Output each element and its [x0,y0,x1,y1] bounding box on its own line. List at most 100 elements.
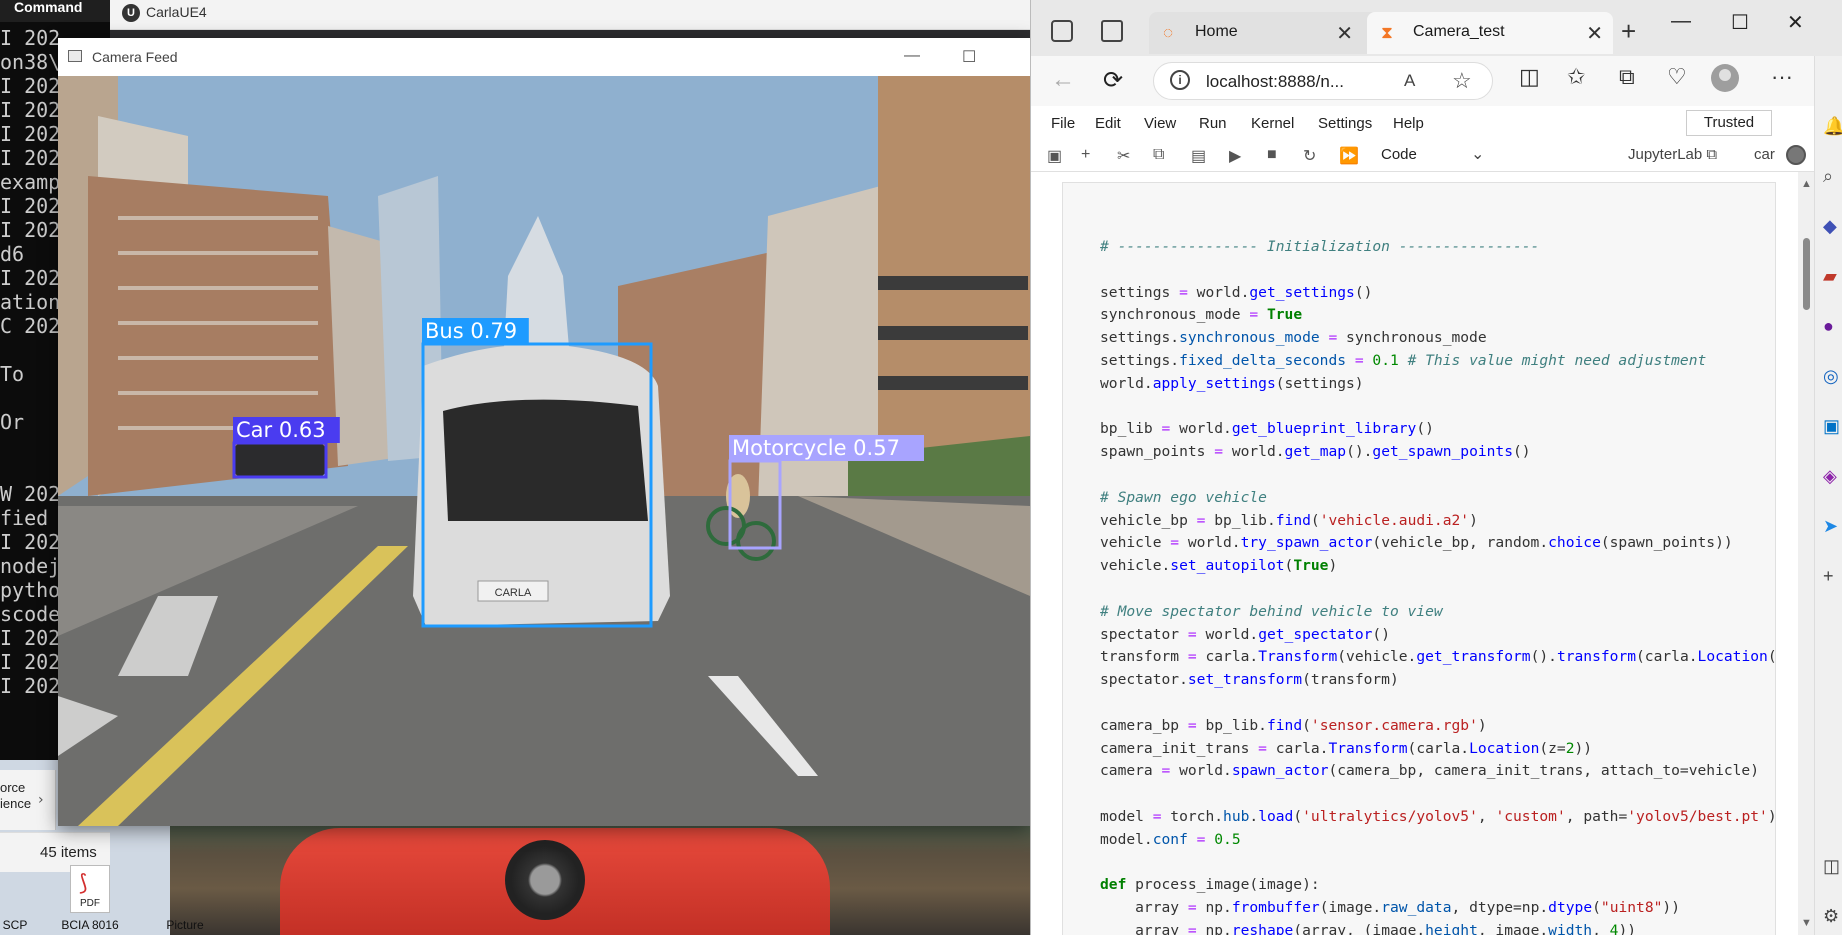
sidebar-toggle-icon[interactable]: ◫ [1823,856,1840,877]
cell-type-select[interactable]: Code ⌄ [1381,146,1484,163]
profile-avatar[interactable] [1711,64,1739,92]
menu-run[interactable]: Run [1199,115,1227,132]
people-icon[interactable]: ● [1823,316,1834,337]
console-line: I 202 [0,194,61,218]
collections-icon[interactable]: ⧉ [1619,64,1635,90]
favorites-icon[interactable]: ✩ [1567,64,1585,90]
menu-help[interactable]: Help [1393,115,1424,132]
menu-settings[interactable]: Settings [1318,115,1372,132]
maximize-button[interactable]: ☐ [962,47,976,67]
console-line: I 202 [0,74,61,98]
console-line: I 202 [0,530,61,554]
tab-home[interactable]: ◌ Home ✕ [1149,12,1399,54]
add-cell-icon[interactable]: + [1081,146,1090,164]
back-button[interactable]: ← [1051,66,1075,94]
jupyter-icon: ◌ [1163,23,1174,42]
car-wheel [505,840,585,920]
kernel-name[interactable]: car [1754,146,1775,163]
search-icon[interactable]: ⌕ [1823,166,1833,187]
jupyterlab-link[interactable]: JupyterLab ⧉ [1628,146,1717,163]
maximize-button[interactable]: ☐ [1731,10,1749,35]
shopping-icon[interactable]: ◆ [1823,216,1837,237]
settings-gear-icon[interactable]: ⚙ [1823,906,1839,927]
url-field[interactable]: i localhost:8888/n... A ☆ [1153,62,1493,100]
bell-icon[interactable]: 🔔 [1823,116,1842,137]
menu-kernel[interactable]: Kernel [1251,115,1294,132]
file-explorer-pane[interactable]: orce ience › [0,770,56,830]
copy-icon[interactable]: ⧉ [1153,146,1164,164]
designer-icon[interactable]: ◈ [1823,466,1837,487]
minimize-button[interactable]: — [904,47,920,65]
window-app-icon [68,50,82,62]
new-tab-button[interactable]: + [1621,16,1636,47]
console-line: d6 [0,242,25,266]
console-line: I 202 [0,26,61,50]
read-aloud-icon[interactable]: A [1404,71,1415,91]
add-sidebar-icon[interactable]: + [1823,566,1834,587]
unreal-logo-icon: U [122,4,140,22]
outlook-icon[interactable]: ▣ [1823,416,1840,437]
menu-file[interactable]: File [1051,115,1075,132]
menu-view[interactable]: View [1144,115,1176,132]
close-tab-icon[interactable]: ✕ [1336,21,1353,46]
notebook-toolbar: ▣ + ✂ ⧉ ▤ ▶ ■ ↻ ⏩ Code ⌄ JupyterLab ⧉ car [1031,140,1842,172]
kernel-status-icon [1786,145,1806,165]
close-tab-icon[interactable]: ✕ [1586,21,1603,46]
camera-feed-title: Camera Feed [92,49,178,65]
reload-button[interactable]: ⟳ [1103,66,1123,95]
menu-edit[interactable]: Edit [1095,115,1121,132]
minimize-button[interactable]: — [1671,10,1691,33]
console-line: I 202 [0,218,61,242]
browser-tab-bar: ◌ Home ✕ ⧗ Camera_test ✕ + — ☐ ✕ [1031,0,1842,64]
chevron-right-icon[interactable]: › [38,792,44,808]
explorer-label: orce ience [0,780,32,811]
favorite-star-icon[interactable]: ☆ [1452,68,1472,94]
tools-icon[interactable]: ▰ [1823,266,1837,287]
pdf-file-icon[interactable]: ⟆ PDF [70,865,110,913]
more-options-icon[interactable]: ··· [1771,64,1793,90]
browser-essentials-icon[interactable]: ♡ [1667,64,1687,90]
code-editor[interactable]: # ---------------- Initialization ------… [1100,236,1775,935]
split-screen-icon[interactable]: ◫ [1519,64,1540,90]
carla-viewport [110,820,1030,935]
edge-browser-window[interactable]: ◌ Home ✕ ⧗ Camera_test ✕ + — ☐ ✕ ← ⟳ i l… [1030,0,1842,935]
cut-icon[interactable]: ✂ [1117,146,1130,166]
paste-icon[interactable]: ▤ [1191,146,1206,166]
send-icon[interactable]: ➤ [1823,516,1838,537]
hourglass-icon: ⧗ [1381,23,1393,42]
copilot-icon[interactable]: ◎ [1823,366,1839,387]
console-line: I 202 [0,626,61,650]
fast-forward-icon[interactable]: ⏩ [1339,146,1359,166]
console-line: examp [0,170,61,194]
console-line: I 202 [0,122,61,146]
run-icon[interactable]: ▶ [1229,146,1241,166]
notebook-scrollbar[interactable]: ▲ ▼ [1798,172,1814,935]
tab-camera-test[interactable]: ⧗ Camera_test ✕ [1367,12,1613,54]
desktop-icon-label[interactable]: SCP [0,918,30,932]
console-line: I 202 [0,650,61,674]
code-cell[interactable]: # ---------------- Initialization ------… [1062,182,1776,935]
console-line: I 202 [0,146,61,170]
save-icon[interactable]: ▣ [1047,146,1062,166]
restart-icon[interactable]: ↻ [1303,146,1316,166]
edge-sidebar: 🔔 ⌕ ◆ ▰ ● ◎ ▣ ◈ ➤ + ◫ ⚙ [1814,56,1842,935]
scroll-up-icon[interactable]: ▲ [1801,178,1812,190]
close-window-button[interactable]: ✕ [1787,10,1804,35]
desktop-icon-label[interactable]: BCIA 8016 [50,918,130,932]
console-line: ation [0,290,61,314]
console-line: I 202 [0,674,61,698]
tab-actions-icon[interactable] [1101,20,1123,42]
address-bar-row: ← ⟳ i localhost:8888/n... A ☆ ◫ ✩ ⧉ ♡ ··… [1031,56,1842,106]
tab-label: Home [1195,23,1238,40]
trusted-badge[interactable]: Trusted [1686,110,1772,136]
info-icon[interactable]: i [1170,70,1190,90]
scrollbar-thumb[interactable] [1803,238,1810,310]
notebook-area[interactable]: # ---------------- Initialization ------… [1031,172,1798,935]
camera-feed-titlebar[interactable]: Camera Feed — ☐ [58,38,1030,76]
desktop-icon-label[interactable]: Picture [155,918,215,932]
camera-feed-window[interactable]: Camera Feed — ☐ CARLA Car 0.63 Bus 0.79 … [58,38,1030,826]
scroll-down-icon[interactable]: ▼ [1801,917,1812,929]
stop-icon[interactable]: ■ [1267,146,1277,164]
carla-window-titlebar[interactable]: U CarlaUE4 [110,0,1030,30]
workspaces-icon[interactable] [1051,20,1073,42]
